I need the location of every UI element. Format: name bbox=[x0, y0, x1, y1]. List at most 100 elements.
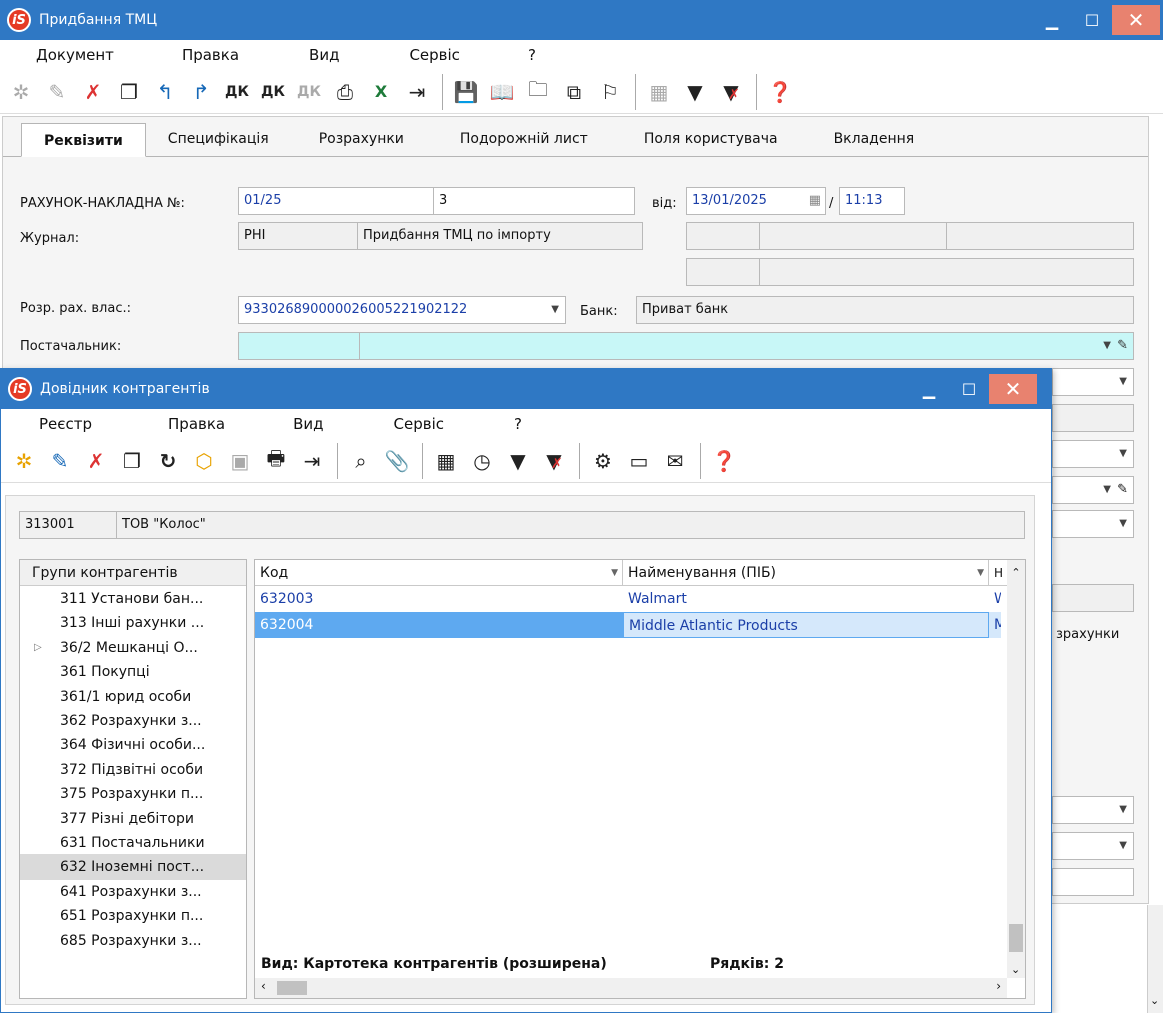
supplier-code-field[interactable] bbox=[238, 332, 360, 360]
create-from-icon[interactable]: ↰ bbox=[148, 75, 182, 109]
form-icon[interactable]: ▭ bbox=[622, 444, 656, 478]
account-dropdown-icon[interactable]: ▼ bbox=[551, 297, 559, 323]
menu-help[interactable]: ? bbox=[528, 46, 536, 64]
tab-attachments[interactable]: Вкладення bbox=[806, 122, 943, 156]
link-icon[interactable]: ⧉ bbox=[557, 75, 591, 109]
tree-item[interactable]: 364 Фізичні особи... bbox=[20, 732, 246, 758]
menu-edit[interactable]: Правка bbox=[168, 415, 225, 433]
menu-registry[interactable]: Реєстр bbox=[39, 415, 92, 433]
refresh-icon[interactable]: ↻ bbox=[151, 444, 185, 478]
tab-user-fields[interactable]: Поля користувача bbox=[616, 122, 806, 156]
book-icon[interactable]: 📖 bbox=[485, 75, 519, 109]
lookup-close-button[interactable]: ✕ bbox=[989, 374, 1037, 404]
h-scroll-thumb[interactable] bbox=[277, 981, 307, 995]
tree-item[interactable]: 641 Розрахунки з... bbox=[20, 879, 246, 905]
tree-item[interactable]: 362 Розрахунки з... bbox=[20, 708, 246, 734]
save-icon[interactable]: 💾 bbox=[449, 75, 483, 109]
printer-icon[interactable]: 🖶 bbox=[259, 444, 293, 478]
menu-document[interactable]: Документ bbox=[36, 46, 114, 64]
debit-credit-2-icon[interactable]: ДК bbox=[256, 75, 290, 109]
delete-doc-icon[interactable]: ✗ bbox=[76, 75, 110, 109]
right-field-7[interactable] bbox=[1052, 868, 1134, 896]
chevron-down-icon[interactable]: ▼ bbox=[1119, 511, 1127, 537]
time-field[interactable]: 11:13 bbox=[839, 187, 905, 215]
add-icon[interactable]: ✲ bbox=[7, 444, 41, 478]
scroll-up-icon[interactable]: ⌃ bbox=[1007, 560, 1025, 586]
tab-waybill[interactable]: Подорожній лист bbox=[432, 122, 616, 156]
right-combo-6[interactable]: ▼ bbox=[1052, 796, 1134, 824]
minimize-button[interactable]: ▁ bbox=[1032, 5, 1072, 35]
expand-icon[interactable]: ▷ bbox=[34, 635, 42, 661]
tree-item[interactable]: 632 Іноземні пост... bbox=[20, 854, 246, 881]
menu-service[interactable]: Сервіс bbox=[409, 46, 459, 64]
column-code[interactable]: Код ▼ bbox=[255, 560, 623, 586]
calendar-icon[interactable]: ▦ bbox=[809, 188, 821, 214]
tree-item[interactable]: 311 Установи бан... bbox=[20, 586, 246, 612]
grid-vertical-scrollbar[interactable]: ⌄ bbox=[1007, 586, 1025, 978]
clear-filter-icon[interactable]: ▼ ✗ bbox=[537, 444, 571, 478]
scroll-thumb[interactable] bbox=[1009, 924, 1023, 952]
tree-item[interactable]: 375 Розрахунки п... bbox=[20, 781, 246, 807]
tree-item[interactable]: 361 Покупці bbox=[20, 659, 246, 685]
clear-filter-icon[interactable]: ▼ ✗ bbox=[714, 75, 748, 109]
tree-item[interactable]: 685 Розрахунки з... bbox=[20, 928, 246, 954]
close-button[interactable]: ✕ bbox=[1112, 5, 1160, 35]
history-icon[interactable]: ◷ bbox=[465, 444, 499, 478]
right-combo-4[interactable]: ▼ ✎ bbox=[1052, 476, 1134, 504]
exit-icon[interactable]: ⇥ bbox=[295, 444, 329, 478]
column-extra[interactable]: Н bbox=[989, 560, 1009, 586]
tab-specification[interactable]: Специфікація bbox=[146, 122, 291, 156]
right-combo-5[interactable]: ▼ bbox=[1052, 510, 1134, 538]
debit-credit-icon[interactable]: ДК bbox=[220, 75, 254, 109]
table-row-selected[interactable]: 632004 Middle Atlantic Products M bbox=[255, 612, 1001, 638]
supplier-name-field[interactable]: ▼ ✎ bbox=[359, 332, 1134, 360]
attachment-icon[interactable]: 📎 bbox=[380, 444, 414, 478]
invoice-extra-field[interactable]: 3 bbox=[433, 187, 635, 215]
mail-icon[interactable]: ✉ bbox=[658, 444, 692, 478]
tab-requisites[interactable]: Реквізити bbox=[21, 123, 146, 157]
right-combo-7[interactable]: ▼ bbox=[1052, 832, 1134, 860]
tree-item[interactable]: 377 Різні дебітори bbox=[20, 806, 246, 832]
exit-icon[interactable]: ⇥ bbox=[400, 75, 434, 109]
account-select[interactable]: 933026890000026005221902122 ▼ bbox=[238, 296, 566, 324]
copy-icon[interactable]: ❐ bbox=[115, 444, 149, 478]
debit-credit-3-icon[interactable]: ДК bbox=[292, 75, 326, 109]
grid-icon[interactable]: ▦ bbox=[429, 444, 463, 478]
help-icon[interactable]: ❓ bbox=[763, 75, 797, 109]
tree-item[interactable]: 372 Підзвітні особи bbox=[20, 757, 246, 783]
sort-icon[interactable]: ▼ bbox=[977, 560, 984, 586]
menu-help[interactable]: ? bbox=[514, 415, 522, 433]
chevron-down-icon[interactable]: ▼ bbox=[1119, 833, 1127, 859]
invoice-number-field[interactable]: 01/25 bbox=[238, 187, 434, 215]
sort-icon[interactable]: ▼ bbox=[611, 560, 618, 586]
scroll-down-icon[interactable]: ⌄ bbox=[1011, 963, 1020, 976]
copy-doc-icon[interactable]: ❐ bbox=[112, 75, 146, 109]
maximize-button[interactable]: ☐ bbox=[1072, 5, 1112, 35]
menu-view[interactable]: Вид bbox=[309, 46, 339, 64]
tree-item[interactable]: 313 Інші рахунки ... bbox=[20, 610, 246, 636]
edit-doc-icon[interactable]: ✎ bbox=[40, 75, 74, 109]
menu-view[interactable]: Вид bbox=[293, 415, 323, 433]
right-combo-1[interactable]: ▼ bbox=[1052, 368, 1134, 396]
table-row[interactable]: 632003 Walmart W bbox=[255, 586, 1001, 612]
delete-icon[interactable]: ✗ bbox=[79, 444, 113, 478]
menu-edit[interactable]: Правка bbox=[182, 46, 239, 64]
filter-icon[interactable]: ▼ bbox=[501, 444, 535, 478]
package-icon[interactable]: ⬡ bbox=[187, 444, 221, 478]
tree-item[interactable]: 631 Постачальники bbox=[20, 830, 246, 856]
chevron-down-icon[interactable]: ▼ bbox=[1119, 369, 1127, 395]
new-doc-icon[interactable]: ✲ bbox=[4, 75, 38, 109]
pencil-icon[interactable]: ✎ bbox=[1117, 333, 1128, 359]
print-icon[interactable]: ⎙ bbox=[328, 75, 362, 109]
lookup-minimize-button[interactable]: ▁ bbox=[909, 374, 949, 404]
lookup-maximize-button[interactable]: ☐ bbox=[949, 374, 989, 404]
main-scrollbar[interactable]: ⌄ bbox=[1147, 905, 1163, 1013]
scroll-down-icon[interactable]: ⌄ bbox=[1150, 994, 1159, 1007]
tree-item[interactable]: ▷ 36/2 Мешканці О... bbox=[20, 635, 246, 661]
folder-icon[interactable]: 🗀 bbox=[521, 75, 555, 109]
column-name[interactable]: Найменування (ПІБ) ▼ bbox=[623, 560, 989, 586]
scroll-right-icon[interactable]: › bbox=[996, 979, 1001, 993]
tab-calculations[interactable]: Розрахунки bbox=[291, 122, 432, 156]
tree-item[interactable]: 651 Розрахунки п... bbox=[20, 903, 246, 929]
menu-service[interactable]: Сервіс bbox=[394, 415, 444, 433]
